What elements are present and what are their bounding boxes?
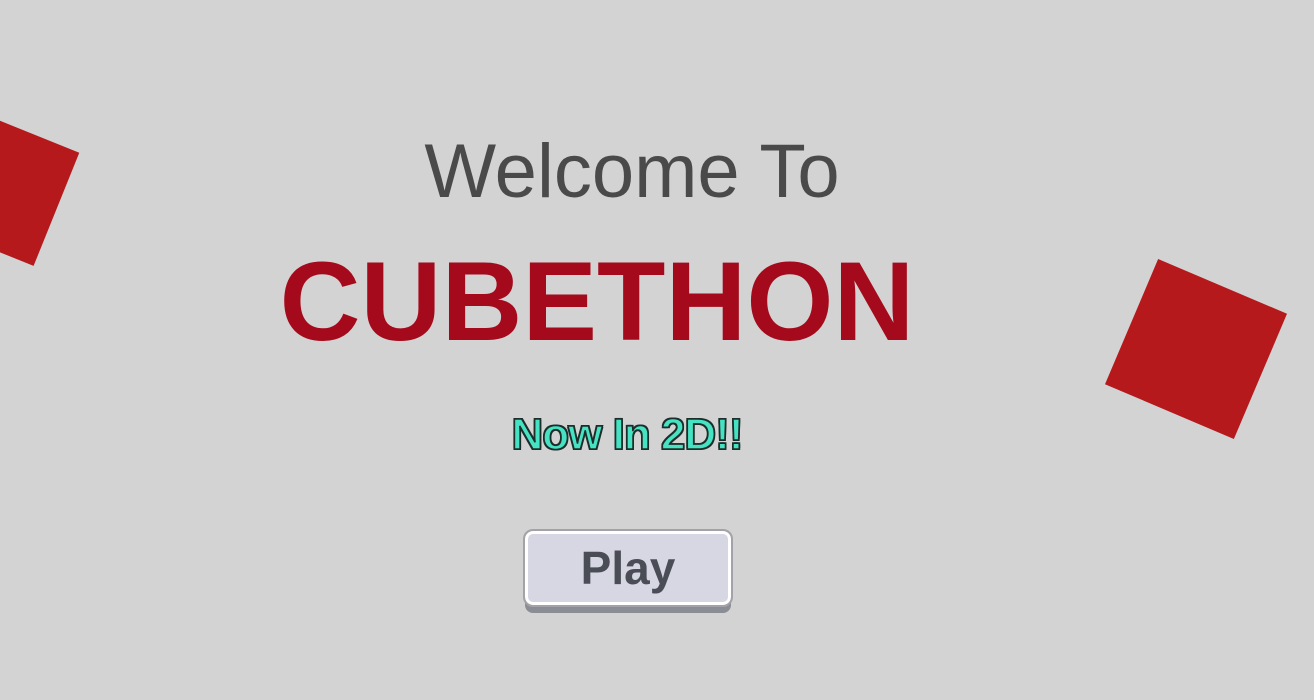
play-button[interactable]: Play [523, 529, 733, 607]
start-screen: Welcome To CUBETHON Now In 2D!! Play [0, 0, 1314, 700]
game-title: CUBETHON [279, 239, 915, 364]
welcome-heading: Welcome To [424, 129, 840, 214]
tagline: Now In 2D!! [511, 409, 744, 460]
play-button-label: Play [580, 542, 676, 594]
